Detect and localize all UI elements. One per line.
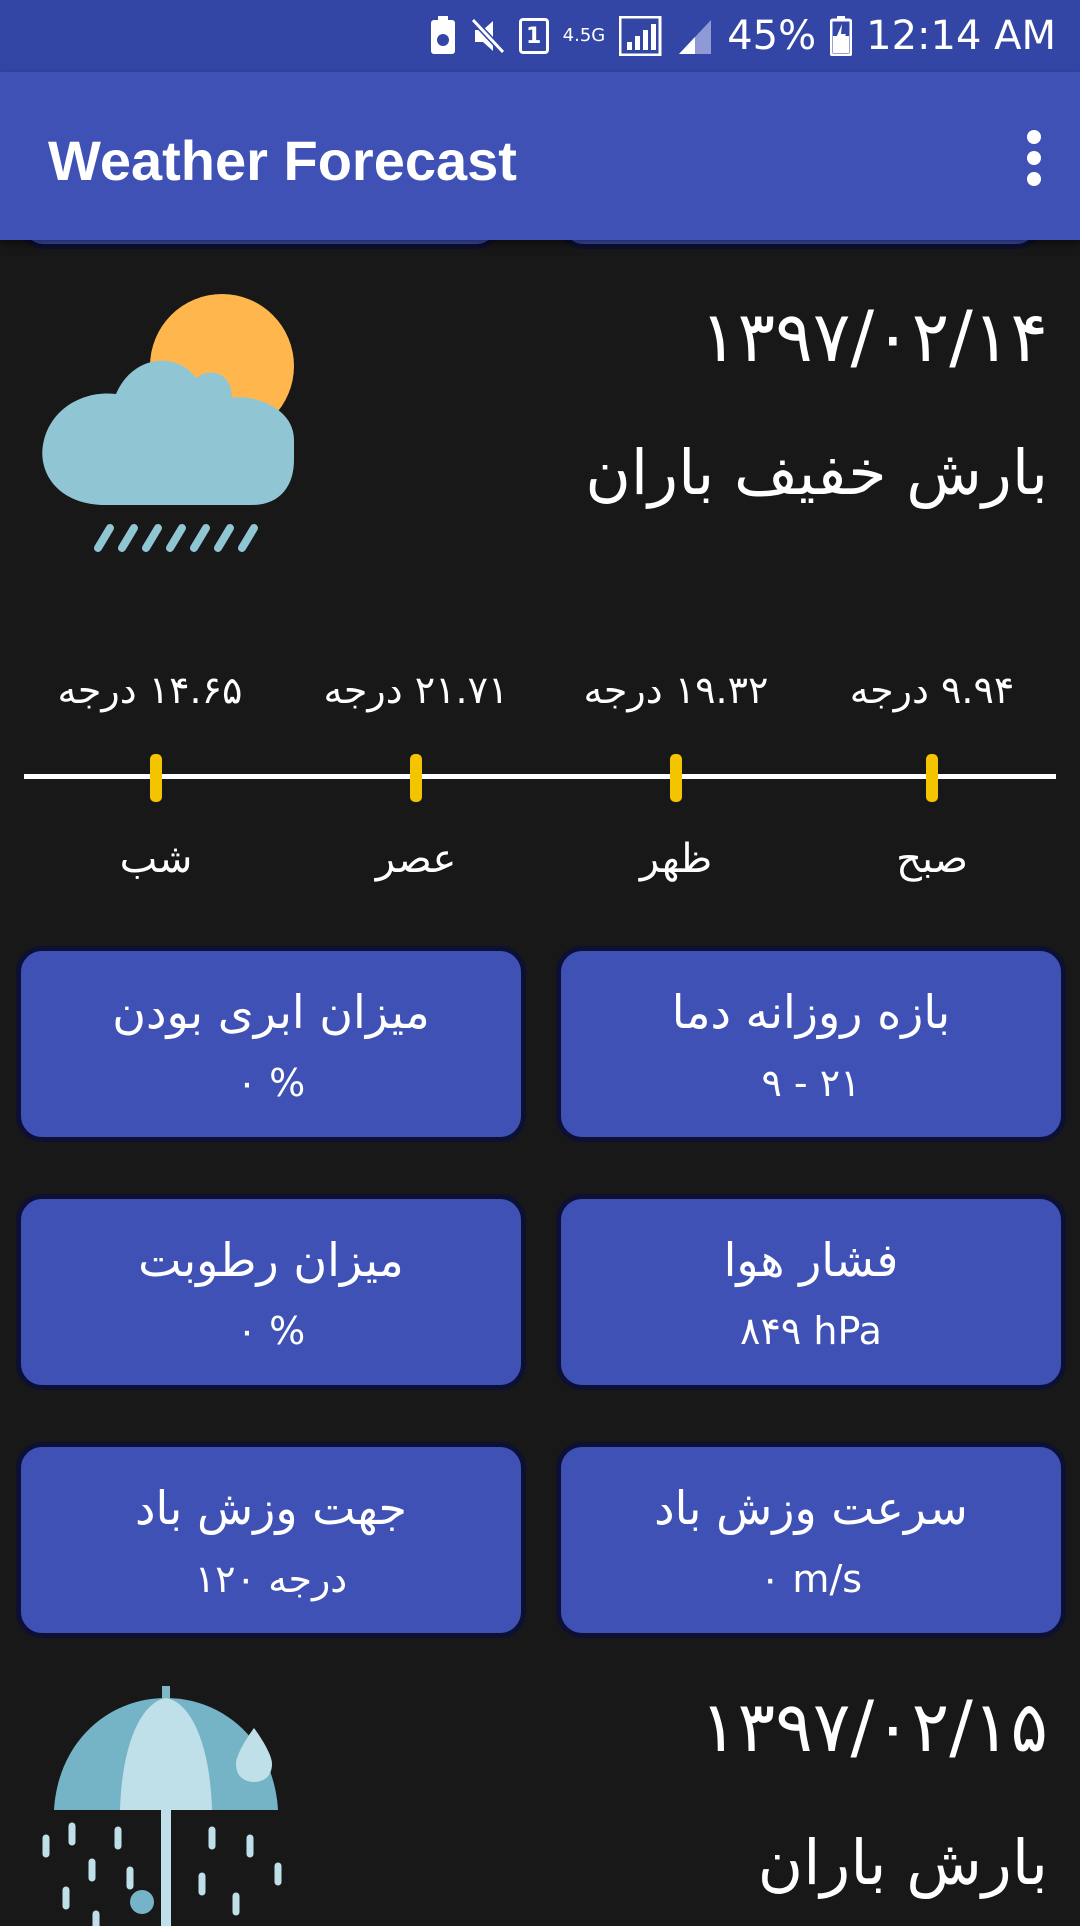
card-title: بازه روزانه دما <box>671 985 951 1039</box>
timeline-tick-afternoon <box>410 754 422 802</box>
timeline-tick-morning <box>926 754 938 802</box>
temperature-row: ۹.۹۴ درجه ۱۹.۳۲ درجه ۲۱.۷۱ درجه ۱۴.۶۵ در… <box>0 668 1080 728</box>
timeline-tick-noon <box>670 754 682 802</box>
timeline-tick-night <box>150 754 162 802</box>
card-title: سرعت وزش باد <box>654 1481 968 1535</box>
temp-afternoon: ۲۱.۷۱ درجه <box>323 668 509 712</box>
day-date: ۱۳۹۷/۰۲/۱۵ <box>700 1686 1048 1768</box>
mute-icon <box>470 18 505 54</box>
card-value: ۰ % <box>236 1309 306 1353</box>
app-bar: Weather Forecast <box>0 72 1080 240</box>
card-value: ۹ - ۲۱ <box>761 1061 861 1105</box>
wind-direction-card[interactable]: جهت وزش باد ۱۲۰ درجه <box>16 1442 526 1638</box>
signal-secondary-icon <box>679 20 712 54</box>
clock: 12:14 AM <box>866 13 1056 59</box>
card-value: ۰ % <box>236 1061 306 1105</box>
battery-percent: 45% <box>727 13 817 59</box>
sim-icon: 1 <box>518 18 549 54</box>
humidity-card[interactable]: میزان رطوبت ۰ % <box>16 1194 526 1390</box>
status-bar: 1 4.5G 45% 12:14 AM <box>0 0 1080 72</box>
period-night: شب <box>119 836 193 882</box>
card-title: میزان ابری بودن <box>112 985 430 1039</box>
app-title: Weather Forecast <box>48 129 517 192</box>
card-title: میزان رطوبت <box>138 1233 404 1287</box>
sun-cloud-rain-icon <box>42 294 294 552</box>
temp-noon: ۱۹.۳۲ درجه <box>583 668 769 712</box>
temp-range-card[interactable]: بازه روزانه دما ۹ - ۲۱ <box>556 946 1066 1142</box>
card-value: ۰ m/s <box>759 1557 863 1601</box>
card-title: فشار هوا <box>723 1233 899 1287</box>
pressure-card[interactable]: فشار هوا ۸۴۹ hPa <box>556 1194 1066 1390</box>
period-noon: ظهر <box>639 836 713 882</box>
timeline-line <box>24 774 1056 779</box>
signal-icon <box>619 16 662 56</box>
temp-morning: ۹.۹۴ درجه <box>849 668 1015 712</box>
temp-night: ۱۴.۶۵ درجه <box>57 668 243 712</box>
wind-speed-card[interactable]: سرعت وزش باد ۰ m/s <box>556 1442 1066 1638</box>
more-vert-icon[interactable] <box>1022 130 1046 186</box>
day-condition: بارش باران <box>757 1826 1048 1899</box>
day-condition: بارش خفیف باران <box>585 436 1048 509</box>
card-title: جهت وزش باد <box>135 1481 407 1535</box>
card-value: ۸۴۹ hPa <box>740 1309 882 1353</box>
period-afternoon: عصر <box>375 836 457 882</box>
network-type-label: 4.5G <box>562 25 606 46</box>
battery-saver-icon <box>430 16 455 54</box>
period-morning: صبح <box>896 836 968 882</box>
day-date: ۱۳۹۷/۰۲/۱۴ <box>700 296 1048 378</box>
cloudiness-card[interactable]: میزان ابری بودن ۰ % <box>16 946 526 1142</box>
card-value: ۱۲۰ درجه <box>194 1557 348 1601</box>
umbrella-rain-icon <box>42 1686 282 1926</box>
battery-charging-icon <box>830 16 853 56</box>
